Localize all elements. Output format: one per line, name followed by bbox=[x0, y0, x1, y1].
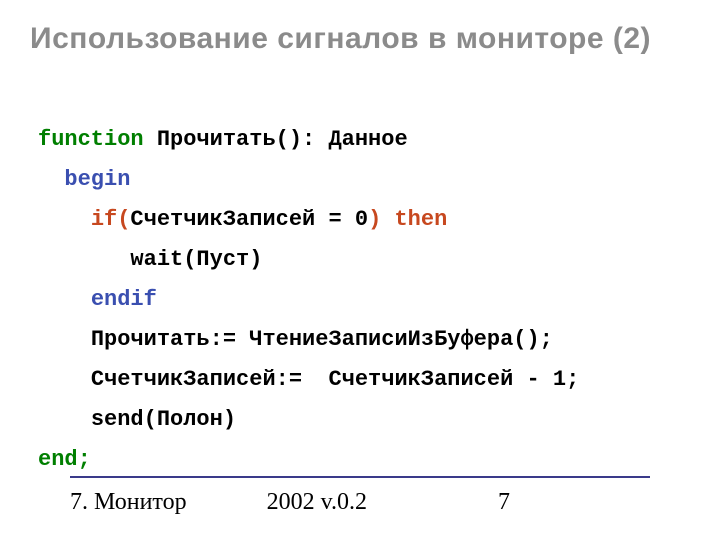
keyword-end: end; bbox=[38, 447, 91, 472]
code-assign-read: Прочитать:= ЧтениеЗаписиИзБуфера(); bbox=[91, 327, 553, 352]
slide: Использование сигналов в мониторе (2) fu… bbox=[0, 0, 720, 540]
keyword-if-open: if( bbox=[91, 207, 131, 232]
slide-title: Использование сигналов в мониторе (2) bbox=[30, 22, 690, 56]
code-block: function Прочитать(): Данное begin if(Сч… bbox=[38, 120, 690, 480]
keyword-function: function bbox=[38, 127, 144, 152]
footer-section: 7. Монитор bbox=[70, 489, 187, 516]
code-assign-counter: СчетчикЗаписей:= СчетчикЗаписей - 1; bbox=[91, 367, 579, 392]
keyword-if-close: ) bbox=[368, 207, 381, 232]
keyword-endif: endif bbox=[91, 287, 157, 312]
keyword-then: then bbox=[381, 207, 447, 232]
footer-divider bbox=[70, 476, 650, 478]
code-send: send(Полон) bbox=[91, 407, 236, 432]
footer-page-number: 7 bbox=[498, 489, 650, 516]
code-condition: СчетчикЗаписей = 0 bbox=[130, 207, 368, 232]
footer: 7. Монитор 2002 v.0.2 7 bbox=[70, 489, 650, 516]
code-text: Прочитать(): Данное bbox=[144, 127, 408, 152]
keyword-begin: begin bbox=[64, 167, 130, 192]
footer-version: 2002 v.0.2 bbox=[187, 489, 498, 516]
code-wait: wait(Пуст) bbox=[130, 247, 262, 272]
